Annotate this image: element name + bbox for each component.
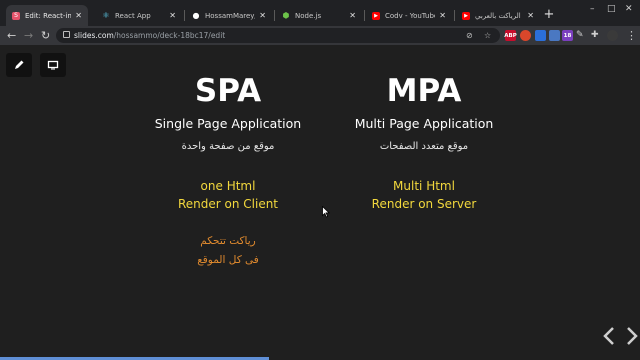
minimize-icon[interactable]: – [590,4,595,14]
slides-favicon-icon: S [12,11,20,20]
tab-bar: S Edit: React-introdu ✕ ⚛ React App ✕ ● … [0,0,640,26]
tab-react-app[interactable]: ⚛ React App ✕ [96,5,182,26]
extension-icon[interactable] [549,30,560,41]
close-icon[interactable]: ✕ [169,11,176,20]
monitor-icon [47,60,59,70]
spa-heading: SPA [194,73,262,109]
tab-arabic-react-course[interactable]: ▶ تعلم الرياكت بالعربي ✕ [456,5,540,26]
close-icon[interactable]: ✕ [75,11,82,20]
mpa-arabic-description: موقع متعدد الصفحات [379,141,469,152]
tab-separator [364,10,365,21]
mpa-point-multi-html: Multi Html [393,179,455,193]
browser-toolbar: ← → ↻ slides.com/hossammo/deck-18bc17/ed… [0,26,640,45]
extension-badge-icon[interactable]: 18 [562,30,573,41]
mouse-cursor-icon [322,206,330,218]
address-bar[interactable]: slides.com/hossammo/deck-18bc17/edit ⊘ ☆ [56,28,500,43]
pen-icon [15,60,24,69]
forward-icon[interactable]: → [24,27,33,44]
reload-icon[interactable]: ↻ [41,27,50,44]
pen-extension-icon[interactable]: ✎ [576,27,584,44]
url-host: slides.com [74,31,114,40]
close-icon[interactable]: ✕ [349,11,356,20]
spa-note-line2: فى كل الموقع [197,254,259,266]
next-slide-icon[interactable] [627,327,638,345]
spa-note-line1: رياكت تتحكم [200,235,256,247]
spa-point-render-client: Render on Client [177,197,279,211]
tab-title: تعلم الرياكت بالعربي [475,11,523,20]
tab-separator [454,10,455,21]
youtube-favicon-icon: ▶ [462,11,470,20]
new-tab-button[interactable]: + [542,8,556,22]
puzzle-icon[interactable]: ✚ [591,27,599,44]
close-icon[interactable]: ✕ [439,11,446,20]
tab-title: Node.js [295,11,322,20]
close-icon[interactable]: ✕ [527,11,534,20]
mpa-heading: MPA [386,73,462,109]
slide-navigation [600,325,640,351]
close-window-icon[interactable]: ✕ [625,4,633,14]
present-button[interactable] [40,53,66,77]
tab-title: Codv - YouTube [385,11,436,20]
github-favicon-icon: ● [192,11,200,20]
spa-arabic-description: موقع من صفحة واحدة [181,141,275,152]
pen-tool-button[interactable] [6,53,32,77]
spa-point-one-html: one Html [200,179,256,193]
react-favicon-icon: ⚛ [102,11,110,20]
tab-separator [184,10,185,21]
back-icon[interactable]: ← [7,27,16,44]
bookmark-star-icon[interactable]: ☆ [484,29,491,42]
tab-codv-youtube[interactable]: ▶ Codv - YouTube ✕ [366,5,452,26]
nodejs-favicon-icon: ⬢ [282,11,290,20]
slide-canvas: SPA Single Page Application موقع من صفحة… [0,45,640,360]
spa-subtitle: Single Page Application [154,116,302,131]
avatar[interactable] [607,30,618,41]
previous-slide-icon[interactable] [603,327,614,345]
lock-icon [63,31,70,38]
eye-off-icon[interactable]: ⊘ [466,29,473,42]
extension-icon[interactable] [520,30,531,41]
tab-title: HossamMarey/rea [205,11,255,20]
extension-icon[interactable] [535,30,546,41]
tab-title: React App [115,11,151,20]
mpa-point-render-server: Render on Server [371,197,477,211]
tab-title: Edit: React-introdu [25,11,72,20]
close-icon[interactable]: ✕ [259,11,266,20]
url-path: /hossammo/deck-18bc17/edit [113,31,226,40]
tab-github-hossammarey[interactable]: ● HossamMarey/rea ✕ [186,5,272,26]
menu-kebab-icon[interactable]: ⋮ [626,27,637,44]
tab-edit-react-intro[interactable]: S Edit: React-introdu ✕ [6,5,88,26]
maximize-icon[interactable]: □ [607,4,616,14]
mpa-subtitle: Multi Page Application [354,116,494,131]
url-text[interactable]: slides.com/hossammo/deck-18bc17/edit [74,29,225,42]
tab-separator [274,10,275,21]
adblock-extension-icon[interactable]: ABP [504,30,517,41]
tab-nodejs[interactable]: ⬢ Node.js ✕ [276,5,362,26]
youtube-favicon-icon: ▶ [372,11,380,20]
